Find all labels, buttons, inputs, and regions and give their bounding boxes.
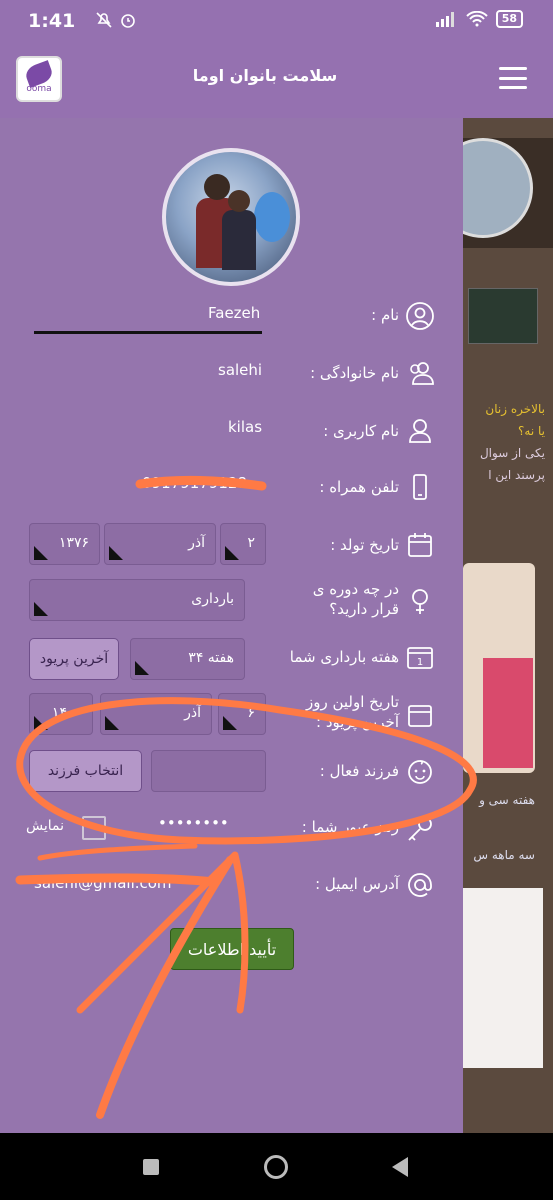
last-name-input[interactable]: salehi — [218, 361, 262, 379]
user-icon — [405, 301, 435, 331]
recents-button[interactable] — [143, 1159, 159, 1175]
background-tile — [468, 288, 538, 344]
active-child-field[interactable] — [151, 750, 266, 792]
last-name-label: نام خانوادگی : — [310, 364, 399, 382]
submit-button[interactable]: تأیید اطلاعات — [170, 928, 294, 970]
first-name-label: نام : — [371, 306, 399, 324]
calendar-one-icon: 1 — [405, 642, 435, 672]
password-label: رمز عبور شما : — [301, 818, 399, 836]
users-icon — [405, 358, 435, 388]
phone-row: تلفن همراه : 09179179128 — [0, 470, 463, 520]
calendar-icon — [405, 700, 435, 730]
status-right: 58 — [435, 10, 523, 28]
period-stage-label: در چه دوره ی قرار دارید؟ — [312, 580, 399, 618]
last-period-row: تاریخ اولین روز آخرین پریود : ۶ آذر ۱۴۰۰ — [0, 690, 463, 745]
baby-icon — [405, 756, 435, 786]
status-icons — [95, 11, 137, 29]
birth-date-row: تاریخ تولد : ۲ آذر ۱۳۷۶ — [0, 520, 463, 570]
female-icon — [405, 586, 435, 616]
phone-icon — [405, 472, 435, 502]
first-name-row: نام : Faezeh — [0, 298, 463, 348]
username-input[interactable]: kilas — [228, 418, 262, 436]
home-button[interactable] — [264, 1155, 288, 1179]
phone-label: تلفن همراه : — [319, 478, 399, 496]
calendar-icon — [405, 530, 435, 560]
pregnancy-week-select[interactable]: هفته ۳۴ — [130, 638, 245, 680]
status-time: 1:41 — [28, 10, 76, 32]
mute-icon — [96, 12, 112, 28]
status-bar: 1:41 58 — [0, 0, 553, 40]
user-outline-icon — [405, 416, 435, 446]
wifi-icon — [465, 11, 488, 27]
email-label: آدرس ایمیل : — [315, 875, 399, 893]
birth-year-select[interactable]: ۱۳۷۶ — [29, 523, 100, 565]
background-image — [463, 888, 543, 1068]
first-name-input[interactable]: Faezeh — [208, 304, 260, 322]
active-child-row: فرزند فعال : انتخاب فرزند — [0, 748, 463, 798]
period-year-select[interactable]: ۱۴۰۰ — [29, 693, 93, 735]
period-month-select[interactable]: آذر — [100, 693, 212, 735]
email-row: آدرس ایمیل : salehi@gmail.com — [0, 866, 463, 916]
last-period-button[interactable]: آخرین پریود — [29, 638, 119, 680]
background-label: سه ماهه س — [473, 848, 535, 862]
username-row: نام کاربری : kilas — [0, 414, 463, 464]
username-label: نام کاربری : — [323, 422, 399, 440]
show-password-label: نمایش — [26, 818, 65, 834]
password-input[interactable]: •••••••• — [158, 814, 229, 832]
birth-day-select[interactable]: ۲ — [220, 523, 266, 565]
back-button[interactable] — [392, 1157, 408, 1177]
email-input[interactable]: salehi@gmail.com — [34, 874, 172, 892]
background-content: بالاخره زنان یا نه؟ یکی از سوال پرسند ای… — [463, 118, 553, 1133]
signal-icon — [435, 12, 454, 27]
profile-drawer: نام : Faezeh نام خانوادگی : salehi نام ک… — [0, 118, 463, 1133]
period-stage-row: در چه دوره ی قرار دارید؟ بارداری — [0, 576, 463, 634]
at-icon — [405, 870, 435, 900]
pregnancy-week-label: هفته بارداری شما — [289, 648, 399, 666]
key-icon — [405, 814, 435, 844]
last-period-label: تاریخ اولین روز آخرین پریود : — [305, 693, 399, 731]
battery-indicator: 58 — [495, 10, 523, 28]
background-text: بالاخره زنان یا نه؟ یکی از سوال پرسند ای… — [479, 402, 545, 482]
menu-icon[interactable] — [499, 67, 527, 89]
birth-month-select[interactable]: آذر — [104, 523, 216, 565]
background-label: هفته سی و — [479, 793, 535, 807]
period-day-select[interactable]: ۶ — [218, 693, 266, 735]
period-stage-select[interactable]: بارداری — [29, 579, 245, 621]
phone-input[interactable]: 09179179128 — [142, 474, 247, 492]
alarm-icon — [121, 14, 135, 28]
show-password-checkbox[interactable] — [82, 816, 106, 840]
birth-date-label: تاریخ تولد : — [330, 536, 399, 554]
pregnancy-week-row: 1 هفته بارداری شما هفته ۳۴ آخرین پریود — [0, 636, 463, 686]
system-nav-bar — [0, 1133, 553, 1200]
active-child-label: فرزند فعال : — [319, 762, 399, 780]
app-bar: ooma سلامت بانوان اوما — [0, 40, 553, 118]
app-title: سلامت بانوان اوما — [192, 66, 338, 85]
first-name-underline — [34, 331, 262, 334]
last-name-row: نام خانوادگی : salehi — [0, 356, 463, 406]
choose-child-button[interactable]: انتخاب فرزند — [29, 750, 142, 792]
profile-avatar[interactable] — [162, 148, 300, 286]
password-row: رمز عبور شما : •••••••• نمایش — [0, 808, 463, 858]
svg-text:1: 1 — [417, 657, 423, 668]
